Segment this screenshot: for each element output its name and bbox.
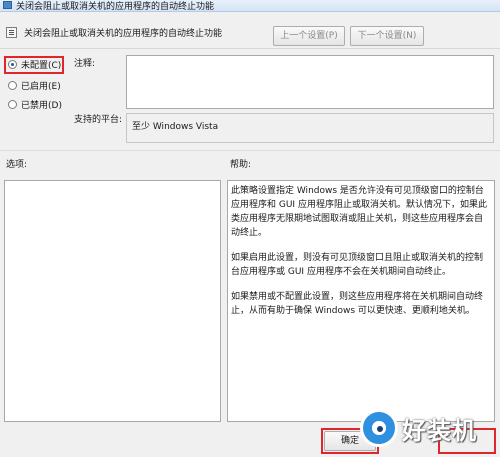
help-label: 帮助:: [230, 160, 252, 170]
radio-unchecked-icon[interactable]: [8, 81, 17, 90]
help-panel[interactable]: 此策略设置指定 Windows 是否允许没有可见顶级窗口的控制台应用程序和 GU…: [227, 180, 495, 422]
policy-setting-icon: [6, 27, 17, 38]
comment-label: 注释:: [74, 59, 96, 69]
watermark-logo: 好装机: [360, 405, 500, 457]
radio-checked-icon[interactable]: [8, 60, 17, 69]
platform-value: 至少 Windows Vista: [132, 122, 219, 132]
comment-textarea[interactable]: [126, 55, 494, 109]
radio-unchecked-icon[interactable]: [8, 100, 17, 109]
options-label: 选项:: [6, 160, 28, 170]
watermark-text: 好装机: [402, 417, 477, 445]
window-title: 关闭会阻止或取消关机的应用程序的自动终止功能: [16, 2, 215, 12]
help-text: 此策略设置指定 Windows 是否允许没有可见顶级窗口的控制台应用程序和 GU…: [231, 184, 491, 329]
help-paragraph: 如果禁用或不配置此设置，则这些应用程序将在关机期间自动终止，从而有助于确保 Wi…: [231, 292, 484, 316]
platform-label: 支持的平台:: [74, 115, 123, 125]
watermark-eye-icon: [360, 409, 398, 447]
help-paragraph: 此策略设置指定 Windows 是否允许没有可见顶级窗口的控制台应用程序和 GU…: [231, 186, 487, 238]
radio-disabled[interactable]: 已禁用(D): [8, 98, 78, 112]
divider: [0, 150, 500, 151]
prev-setting-button[interactable]: 上一个设置(P): [273, 26, 345, 46]
radio-enabled[interactable]: 已启用(E): [8, 79, 78, 93]
radio-label-enabled: 已启用(E): [21, 82, 61, 92]
title-bar: 关闭会阻止或取消关机的应用程序的自动终止功能: [0, 0, 500, 12]
radio-label-not-configured: 未配置(C): [21, 61, 62, 71]
setting-name: 关闭会阻止或取消关机的应用程序的自动终止功能: [24, 29, 223, 39]
next-setting-button[interactable]: 下一个设置(N): [350, 26, 424, 46]
radio-label-disabled: 已禁用(D): [21, 101, 62, 111]
platform-box: 至少 Windows Vista: [126, 113, 494, 143]
setting-header: 关闭会阻止或取消关机的应用程序的自动终止功能 上一个设置(P) 下一个设置(N): [0, 12, 500, 49]
radio-not-configured[interactable]: 未配置(C): [8, 58, 78, 72]
help-paragraph: 如果启用此设置，则没有可见顶级窗口且阻止或取消关机的控制台应用程序或 GUI 应…: [231, 253, 484, 277]
app-icon: [3, 1, 12, 9]
options-panel[interactable]: [4, 180, 221, 422]
